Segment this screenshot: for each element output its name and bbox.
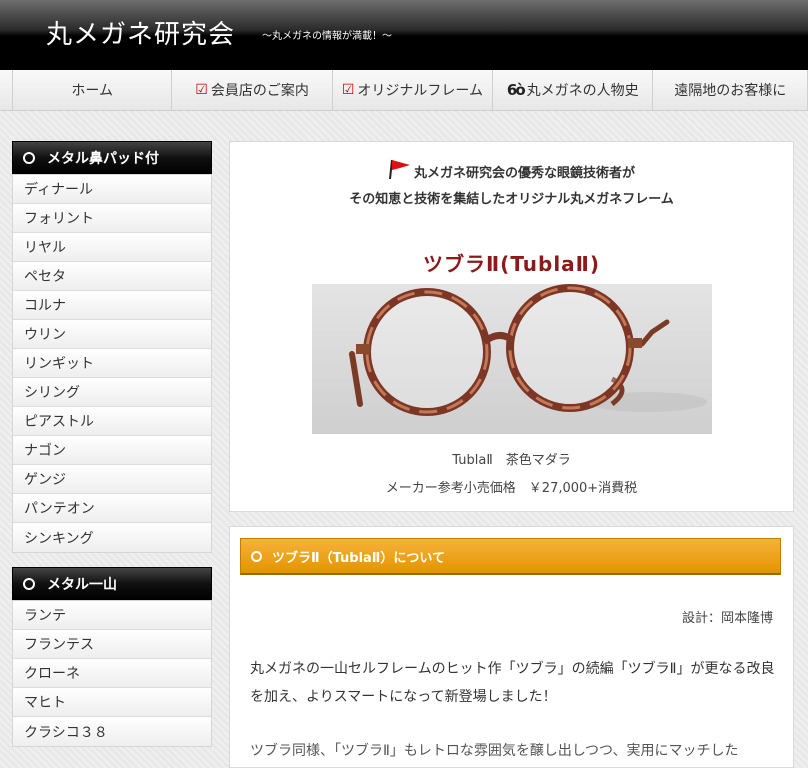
product-name: ツブラⅡ(TublaⅡ) [423,252,600,276]
sidebar-item[interactable]: フランテス [13,630,211,659]
main-nav: ホーム ☑ 会員店のご案内 ☑ オリジナルフレーム 6ò 丸メガネの人物史 遠隔… [0,70,808,111]
sidebar-item[interactable]: クローネ [13,659,211,688]
nav-item-member-stores[interactable]: ☑ 会員店のご案内 [172,70,333,110]
nav-item-history[interactable]: 6ò 丸メガネの人物史 [493,70,654,110]
product-panel: 丸メガネ研究会の優秀な眼鏡技術者が その知恵と技術を集結したオリジナル丸メガネフ… [229,141,794,512]
sidebar-item[interactable]: シリング [13,378,211,407]
sidebar-item[interactable]: パンテオン [13,494,211,523]
product-caption-model: TublaⅡ 茶色マダラ [452,453,571,468]
product-caption-price: メーカー参考小売価格 ￥27,000+消費税 [385,481,638,496]
glasses-icon: 6ò [506,81,526,99]
sidebar-item[interactable]: リヤル [13,233,211,262]
body-paragraph-2: ツブラ同様、「ツブラⅡ」もレトロな雰囲気を醸し出しつつ、実用にマッチした [250,743,739,759]
site-tagline: 〜丸メガネの情報が満載！〜 [262,31,392,42]
sidebar-item[interactable]: コルナ [13,291,211,320]
check-icon: ☑ [195,82,208,98]
check-icon: ☑ [341,82,355,98]
nav-item-remote[interactable]: 遠隔地のお客様に [653,70,808,110]
designer-credit: 設計：岡本隆博 [681,611,773,626]
nav-item-label: 遠隔地のお客様に [674,83,787,99]
body-paragraph: 丸メガネの一山セルフレームのヒット作「ツブラ」の続編「ツブラⅡ」が更なる改良を加… [250,661,775,705]
circle-icon [251,550,262,562]
sidebar-item[interactable]: ピアストル [13,407,211,436]
product-intro-line2: その知恵と技術を集結したオリジナル丸メガネフレーム [349,192,674,207]
circle-icon [23,577,35,590]
sidebar-item[interactable]: マヒト [13,688,211,717]
sidebar-list-metal-pad: ディナール フォリント リヤル ペセタ コルナ ウリン リンギット シリング ピ… [12,174,212,553]
sidebar: メタル鼻パッド付 ディナール フォリント リヤル ペセタ コルナ ウリン リンギ… [12,141,212,747]
sidebar-item[interactable]: リンギット [13,349,211,378]
nav-item-home[interactable]: ホーム [12,70,173,110]
circle-icon [23,151,35,164]
sidebar-item[interactable]: ディナール [13,175,211,204]
sidebar-item[interactable]: ランテ [13,601,211,630]
sidebar-item[interactable]: クラシコ３８ [13,717,211,746]
nav-item-label: オリジナルフレーム [357,83,483,99]
nav-item-label: 丸メガネの人物史 [526,83,639,99]
sidebar-list-metal-bridge: ランテ フランテス クローネ マヒト クラシコ３８ [12,600,212,747]
sidebar-item[interactable]: シンキング [13,523,211,552]
nav-item-original-frame[interactable]: ☑ オリジナルフレーム [333,70,494,110]
sidebar-heading-metal-pad: メタル鼻パッド付 [12,141,212,174]
sidebar-heading-metal-bridge: メタル一山 [12,567,212,600]
section-heading: ツブラⅡ（TublaⅡ）について [240,538,781,575]
nav-item-label: ホーム [71,83,113,99]
about-panel: ツブラⅡ（TublaⅡ）について 設計：岡本隆博 丸メガネの一山セルフレームのヒ… [229,526,794,768]
sidebar-item[interactable]: ペセタ [13,262,211,291]
site-title[interactable]: 丸メガネ研究会 [46,14,235,51]
product-photo [312,284,712,434]
sidebar-item[interactable]: ウリン [13,320,211,349]
sidebar-item[interactable]: ナゴン [13,436,211,465]
sidebar-item[interactable]: フォリント [13,204,211,233]
nav-item-label: 会員店のご案内 [210,83,309,99]
site-header: 丸メガネ研究会 〜丸メガネの情報が満載！〜 [0,0,808,70]
sidebar-item[interactable]: ゲンジ [13,465,211,494]
